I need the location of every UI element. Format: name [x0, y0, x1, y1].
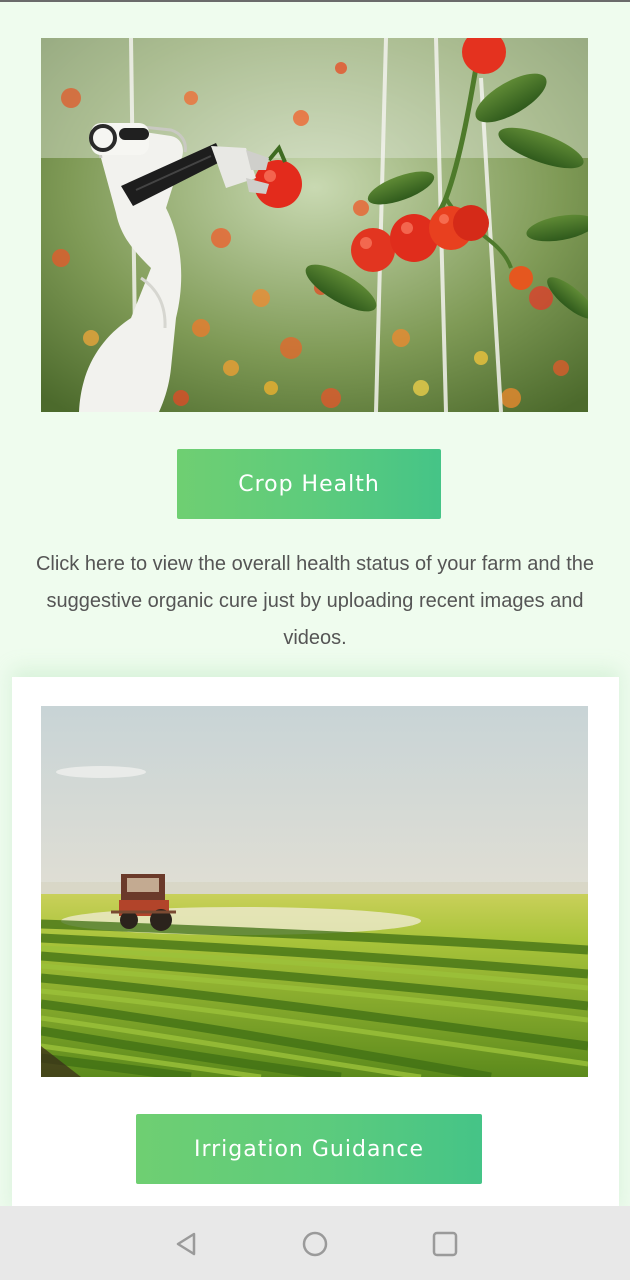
- crop-health-image[interactable]: [41, 38, 588, 412]
- tractor-field-picture: [41, 706, 588, 1077]
- recent-apps-icon: [432, 1231, 458, 1257]
- irrigation-guidance-button[interactable]: Irrigation Guidance: [136, 1114, 482, 1184]
- system-navigation-bar: [0, 1206, 630, 1280]
- recent-apps-button[interactable]: [425, 1224, 465, 1264]
- back-icon: [176, 1232, 196, 1256]
- crop-health-button[interactable]: Crop Health: [177, 449, 441, 519]
- tomato-robot-picture: [41, 38, 588, 412]
- crop-health-description: Click here to view the overall health st…: [35, 553, 595, 649]
- back-button[interactable]: [166, 1224, 206, 1264]
- irrigation-image[interactable]: [41, 706, 588, 1077]
- home-icon: [302, 1231, 328, 1257]
- home-button[interactable]: [295, 1224, 335, 1264]
